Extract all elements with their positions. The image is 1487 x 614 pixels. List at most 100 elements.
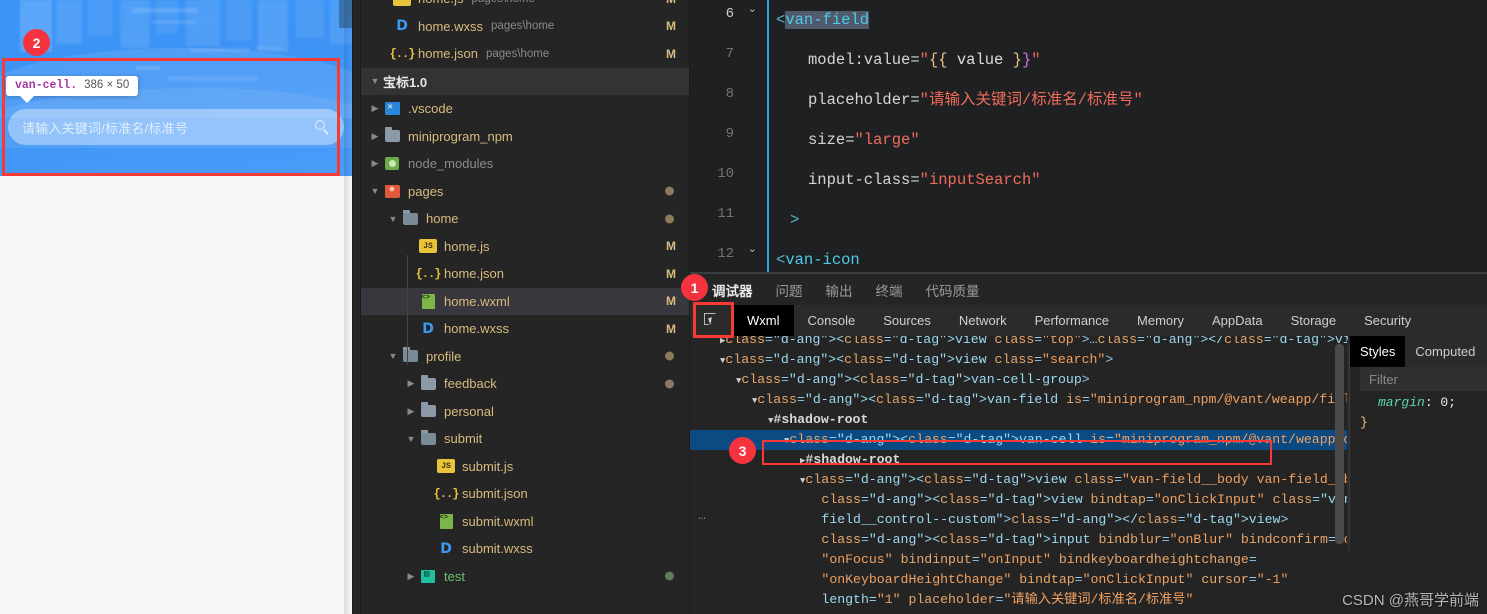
fold-chevron-icon[interactable]: ⌄: [748, 2, 757, 15]
file-name: pages: [408, 183, 444, 199]
devtools-tab-performance[interactable]: Performance: [1021, 305, 1123, 336]
chevron-down-icon[interactable]: ▼: [367, 186, 383, 196]
file-tree-item-profile[interactable]: ▼ profile: [361, 343, 690, 371]
devtools-top-tabbar[interactable]: 调试器 问题 输出 终端 代码质量: [690, 274, 1487, 309]
file-tree-item-submit-json[interactable]: {..} submit.json: [361, 480, 690, 508]
chevron-down-icon[interactable]: ▼: [385, 214, 401, 224]
chevron-right-icon[interactable]: ▶: [367, 103, 383, 114]
dom-tree-node[interactable]: ▶class="d-ang"><class="d-tag">view class…: [690, 336, 1350, 350]
file-tree-item--vscode[interactable]: ▶ .vscode: [361, 95, 690, 123]
file-tree-item-node-modules[interactable]: ▶ node_modules: [361, 150, 690, 178]
chevron-down-icon[interactable]: ▼: [403, 434, 419, 444]
code-line: <van-icon: [776, 251, 860, 269]
divider-simulator-explorer[interactable]: [352, 0, 353, 614]
dom-tree-node[interactable]: ▼class="d-ang"><class="d-tag">van-field …: [690, 390, 1350, 410]
file-path: pages\home: [485, 47, 550, 60]
devtools-top-tab-4[interactable]: 代码质量: [926, 280, 980, 300]
devtools-tab-appdata[interactable]: AppData: [1198, 305, 1277, 336]
file-name: home.wxml: [444, 293, 510, 309]
dom-tree-node[interactable]: ▼class="d-ang"><class="d-tag">view class…: [690, 470, 1350, 490]
devtools-top-tab-2[interactable]: 输出: [826, 280, 853, 300]
chevron-down-icon[interactable]: ▼: [385, 351, 401, 361]
open-editor-item[interactable]: JS home.js pages\home M: [361, 0, 690, 13]
simulator-panel[interactable]: 请输入关键词/标准名/标准号 van-cell. 386 × 50: [0, 0, 352, 614]
devtools-tab-wxml[interactable]: Wxml: [733, 305, 794, 336]
dom-tree-node[interactable]: class="d-ang"><class="d-tag">input bindb…: [690, 530, 1350, 550]
devtools-top-tab-1[interactable]: 问题: [776, 280, 803, 300]
file-name: node_modules: [408, 156, 494, 172]
devtools-tab-security[interactable]: Security: [1350, 305, 1425, 336]
dom-tree-scrollbar[interactable]: [1335, 344, 1344, 544]
file-tree-item-submit-wxml[interactable]: <> submit.wxml: [361, 508, 690, 536]
dom-tree-node[interactable]: ▼class="d-ang"><class="d-tag">van-cell-g…: [690, 370, 1350, 390]
file-name: home.json: [444, 266, 504, 282]
project-header[interactable]: ▼ 宝标1.0: [361, 67, 690, 95]
file-tree-item-home[interactable]: ▼ home: [361, 205, 690, 233]
styles-tab-computed[interactable]: Computed: [1405, 336, 1485, 367]
file-tree-item-home-js[interactable]: JS home.js M: [361, 233, 690, 261]
devtools-top-tab-0[interactable]: 调试器: [710, 280, 754, 309]
chevron-right-icon[interactable]: ▶: [367, 158, 383, 169]
devtools-tabs[interactable]: Wxml Console Sources Network Performance Memo…: [733, 305, 1425, 336]
styles-filter-input[interactable]: Filter: [1360, 367, 1487, 391]
css-property: margin: [1378, 395, 1425, 410]
dom-tree-node[interactable]: length="1" placeholder="请输入关键词/标准名/标准号": [690, 590, 1350, 610]
chevron-right-icon[interactable]: ▶: [403, 571, 419, 582]
open-editor-item[interactable]: Ⅾhome.wxss pages\home M: [361, 13, 690, 41]
code-token-attr: size=: [808, 131, 855, 149]
file-tree-item-submit-js[interactable]: JS submit.js: [361, 453, 690, 481]
chevron-right-icon[interactable]: ▶: [403, 378, 419, 389]
chevron-right-icon[interactable]: ▶: [367, 131, 383, 142]
file-tree-item-test[interactable]: ▶ test: [361, 563, 690, 591]
dom-tree-pane[interactable]: ▶class="d-ang"><class="d-tag">view class…: [690, 336, 1350, 614]
dom-tree-node[interactable]: ▼#shadow-root: [690, 410, 1350, 430]
code-line: input-class="inputSearch": [808, 171, 1041, 189]
code-editor[interactable]: 6 7 8 9 10 11 12 ⌄ ⌄ <van-field model:va…: [690, 0, 1487, 274]
file-tree-item-feedback[interactable]: ▶ feedback: [361, 370, 690, 398]
file-tree-item-submit-wxss[interactable]: Ⅾsubmit.wxss: [361, 535, 690, 563]
chevron-right-icon[interactable]: ▶: [403, 406, 419, 417]
devtools-tab-network[interactable]: Network: [945, 305, 1021, 336]
search-input[interactable]: 请输入关键词/标准名/标准号: [8, 109, 344, 145]
search-placeholder: 请输入关键词/标准名/标准号: [22, 120, 189, 136]
dom-tree-node[interactable]: "onKeyboardHeightChange" bindtap="onClic…: [690, 570, 1350, 590]
chevron-down-icon[interactable]: ▼: [367, 76, 383, 86]
fold-chevron-icon[interactable]: ⌄: [748, 242, 757, 255]
file-explorer-panel[interactable]: JShome.jspages\homeMⅮhome.wxsspages\home…: [361, 0, 690, 614]
dom-tree-node[interactable]: ▶#shadow-root: [690, 450, 1350, 470]
file-name: personal: [444, 403, 494, 419]
file-tree-item-submit[interactable]: ▼ submit: [361, 425, 690, 453]
search-icon[interactable]: [315, 119, 330, 135]
dom-tree-node[interactable]: "onFocus" bindinput="onInput" bindkeyboa…: [690, 550, 1350, 570]
file-tree-item-home-wxss[interactable]: Ⅾhome.wxss M: [361, 315, 690, 343]
devtools-tab-sources[interactable]: Sources: [869, 305, 945, 336]
dom-tree-node[interactable]: field__control--custom">class="d-ang"></…: [690, 510, 1350, 530]
devtools-tab-memory[interactable]: Memory: [1123, 305, 1198, 336]
devtools-panel[interactable]: 调试器 问题 输出 终端 代码质量 Wxml Console Sources Network P…: [690, 274, 1487, 614]
file-path: pages\home: [491, 20, 555, 33]
file-tree-item-personal[interactable]: ▶ personal: [361, 398, 690, 426]
file-tree-item-home-wxml[interactable]: <> home.wxml M: [361, 287, 690, 315]
file-tree-item-home-json[interactable]: {..} home.json M: [361, 260, 690, 288]
inspect-element-icon[interactable]: [690, 305, 733, 336]
code-line: placeholder="请输入关键词/标准名/标准号": [808, 91, 1143, 109]
devtools-tab-console[interactable]: Console: [794, 305, 870, 336]
styles-tab-styles[interactable]: Styles: [1350, 336, 1406, 367]
watermark: CSDN @燕哥学前端: [1342, 592, 1479, 609]
dom-node-more-icon[interactable]: …: [698, 506, 707, 526]
annotation-marker-1: 1: [681, 274, 708, 301]
css-declaration[interactable]: margin: 0;: [1360, 393, 1487, 413]
dom-tree-node[interactable]: class="d-ang"><class="d-tag">view bindta…: [690, 490, 1350, 510]
file-tree-item-pages[interactable]: ▼ pages: [361, 178, 690, 206]
styles-pane[interactable]: Styles Computed Filter margin: 0; }: [1350, 336, 1487, 614]
dom-tree-node[interactable]: ▼class="d-ang"><class="d-tag">view class…: [690, 350, 1350, 370]
devtools-tab-storage[interactable]: Storage: [1277, 305, 1351, 336]
vscode-folder-icon: [383, 101, 401, 117]
file-tree-item-miniprogram-npm[interactable]: ▶ miniprogram_npm: [361, 123, 690, 151]
styles-tabbar[interactable]: Styles Computed: [1350, 336, 1487, 367]
devtools-panel-tabbar[interactable]: Wxml Console Sources Network Performance Memo…: [690, 305, 1487, 336]
open-editor-item[interactable]: {..} home.json pages\home M: [361, 40, 690, 68]
devtools-top-tab-3[interactable]: 终端: [876, 280, 903, 300]
dom-tree-node[interactable]: ▼class="d-ang"><class="d-tag">van-cell i…: [690, 430, 1350, 450]
inspector-tooltip-dimensions: 386 × 50: [84, 79, 130, 91]
